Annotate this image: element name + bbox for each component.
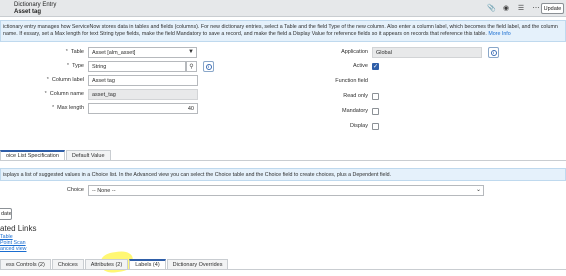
mandatory-checkbox[interactable] bbox=[372, 108, 379, 115]
max-length-value: 40 bbox=[187, 106, 194, 112]
update-button[interactable]: Update bbox=[541, 3, 564, 14]
max-length-label-text: Max length bbox=[57, 105, 84, 111]
table-label: * Table bbox=[40, 49, 84, 55]
table-label-text: Table bbox=[70, 49, 84, 55]
column-label-input[interactable]: Asset tag bbox=[88, 75, 198, 86]
column-name-label: * Column name bbox=[30, 91, 84, 97]
header-title: Dictionary Entry Asset tag bbox=[14, 2, 56, 15]
required-marker: * bbox=[46, 77, 49, 83]
choice-select[interactable]: -- None -- ⌄ bbox=[88, 185, 484, 196]
chevron-down-icon: ⌄ bbox=[475, 187, 481, 193]
choice-info-text: isplays a list of suggested values in a … bbox=[3, 172, 392, 178]
active-checkbox[interactable]: ✓ bbox=[372, 63, 379, 70]
required-marker: * bbox=[66, 63, 70, 69]
activity-icon[interactable]: ◉ bbox=[502, 4, 510, 13]
column-name-label-text: Column name bbox=[49, 91, 84, 97]
search-icon[interactable]: ⚲ bbox=[186, 61, 197, 72]
column-label-label-text: Column label bbox=[51, 77, 84, 83]
header-title-type: Dictionary Entry bbox=[14, 2, 57, 8]
table-select[interactable]: Asset [alm_asset] ▼ bbox=[88, 47, 197, 58]
chevron-down-icon: ▼ bbox=[188, 49, 194, 55]
mandatory-label: Mandatory bbox=[342, 108, 368, 114]
type-label: * Type bbox=[40, 63, 84, 69]
more-info-link[interactable]: More Info bbox=[488, 31, 510, 37]
read-only-checkbox[interactable] bbox=[372, 93, 379, 100]
settings-sliders-icon[interactable]: ☰ bbox=[517, 4, 525, 13]
related-tabs-divider bbox=[0, 269, 566, 270]
max-length-input[interactable]: 40 bbox=[88, 103, 198, 114]
required-marker: * bbox=[44, 91, 47, 97]
intro-info-box: ictionary entry manages how ServiceNow s… bbox=[0, 20, 566, 42]
tab-divider bbox=[0, 160, 566, 161]
type-label-text: Type bbox=[72, 63, 84, 69]
application-field: Global bbox=[372, 47, 482, 58]
type-input[interactable]: String bbox=[88, 61, 186, 72]
column-name-value: asset_tag bbox=[92, 92, 116, 98]
display-checkbox[interactable] bbox=[372, 123, 379, 130]
header-icons: 📎 ◉ ☰ ⋯ bbox=[487, 4, 540, 13]
attachment-icon[interactable]: 📎 bbox=[487, 4, 496, 13]
function-field-label: Function field bbox=[335, 78, 368, 84]
choice-label: Choice bbox=[66, 187, 84, 193]
info-icon[interactable]: i bbox=[488, 47, 499, 58]
column-label-label: * Column label bbox=[30, 77, 84, 83]
choice-select-value: -- None -- bbox=[92, 188, 116, 194]
type-input-value: String bbox=[92, 64, 107, 70]
column-label-value: Asset tag bbox=[92, 78, 115, 84]
form-header: Dictionary Entry Asset tag 📎 ◉ ☰ ⋯ Updat… bbox=[0, 0, 566, 17]
update-button-bottom[interactable]: date bbox=[0, 208, 12, 220]
display-label: Display bbox=[349, 123, 368, 129]
application-label: Application bbox=[341, 49, 368, 55]
max-length-label: * Max length bbox=[30, 105, 84, 111]
required-marker: * bbox=[65, 49, 68, 55]
info-icon[interactable]: i bbox=[203, 61, 214, 72]
more-icon[interactable]: ⋯ bbox=[532, 4, 540, 13]
table-select-value: Asset [alm_asset] bbox=[92, 50, 136, 56]
related-link-advanced-view[interactable]: anced view bbox=[0, 246, 27, 252]
intro-text: ictionary entry manages how ServiceNow s… bbox=[3, 24, 558, 37]
active-label: Active bbox=[353, 63, 368, 69]
header-title-record: Asset tag bbox=[14, 8, 42, 15]
related-links-title: ated Links bbox=[0, 224, 37, 233]
read-only-label: Read only bbox=[343, 93, 368, 99]
column-name-field: asset_tag bbox=[88, 89, 198, 100]
choice-info-box: isplays a list of suggested values in a … bbox=[0, 168, 566, 181]
application-value: Global bbox=[376, 50, 392, 56]
required-marker: * bbox=[51, 105, 55, 111]
